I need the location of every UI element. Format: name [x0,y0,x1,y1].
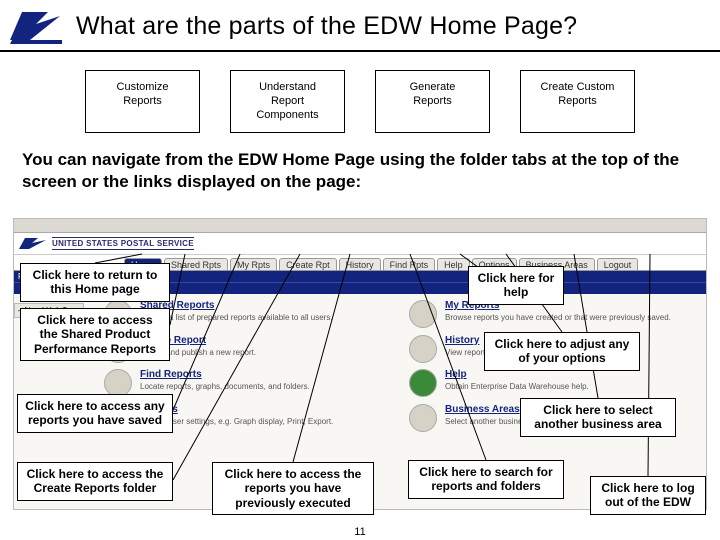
section-find-reports[interactable]: Find Reports Locate reports, graphs, doc… [104,369,391,392]
tab-my-rpts[interactable]: My Rpts [230,258,277,270]
brand-text: UNITED STATES POSTAL SERVICE [52,237,194,250]
section-desc: Browse a list of prepared reports availa… [140,313,391,323]
find-reports-icon [104,369,132,397]
section-help[interactable]: Help Obtain Enterprise Data Warehouse he… [409,369,696,392]
my-reports-icon [409,300,437,328]
callout-create: Click here to access the Create Reports … [17,462,173,501]
page-number: 11 [0,526,720,538]
callout-help: Click here for help [468,266,564,305]
tab-logout[interactable]: Logout [597,258,639,270]
callout-search: Click here to search for reports and fol… [408,460,564,499]
section-heading: Create Report [140,335,391,346]
page-title: What are the parts of the EDW Home Page? [76,12,577,41]
section-tabs-row: Customize Reports Understand Report Comp… [0,70,720,133]
tab-shared-rpts[interactable]: Shared Rpts [164,258,228,270]
section-desc: Specify user settings, e.g. Graph displa… [140,417,391,427]
section-heading: Shared Reports [140,300,391,311]
usps-eagle-logo-small [18,236,48,252]
usps-eagle-logo [8,6,64,46]
tab-create-rpt[interactable]: Create Rpt [279,258,337,270]
section-desc: Create and publish a new report. [140,348,391,358]
history-icon [409,335,437,363]
tab-help[interactable]: Help [437,258,470,270]
tab-find-rpts[interactable]: Find Rpts [383,258,436,270]
help-icon [409,369,437,397]
section-desc: Locate reports, graphs, documents, and f… [140,382,391,392]
callout-logout: Click here to log out of the EDW [590,476,706,515]
section-heading: Options [140,404,391,415]
brand-bar: UNITED STATES POSTAL SERVICE [14,233,706,255]
section-desc: Browse reports you have created or that … [445,313,696,323]
callout-shared: Click here to access the Shared Product … [20,308,170,361]
section-desc: Obtain Enterprise Data Warehouse help. [445,382,696,392]
tab-understand-components[interactable]: Understand Report Components [230,70,345,133]
business-areas-icon [409,404,437,432]
callout-options: Click here to adjust any of your options [484,332,640,371]
tab-create-custom-reports[interactable]: Create Custom Reports [520,70,635,133]
callout-business: Click here to select another business ar… [520,398,676,437]
tab-history[interactable]: History [339,258,381,270]
intro-text: You can navigate from the EDW Home Page … [0,143,720,200]
callout-home: Click here to return to this Home page [20,263,170,302]
window-title-bar [14,219,706,233]
callout-executed: Click here to access the reports you hav… [212,462,374,515]
tab-generate-reports[interactable]: Generate Reports [375,70,490,133]
section-heading: Find Reports [140,369,391,380]
tab-customize-reports[interactable]: Customize Reports [85,70,200,133]
slide-header: What are the parts of the EDW Home Page? [0,0,720,52]
section-heading: Help [445,369,696,380]
callout-saved: Click here to access any reports you hav… [17,394,173,433]
